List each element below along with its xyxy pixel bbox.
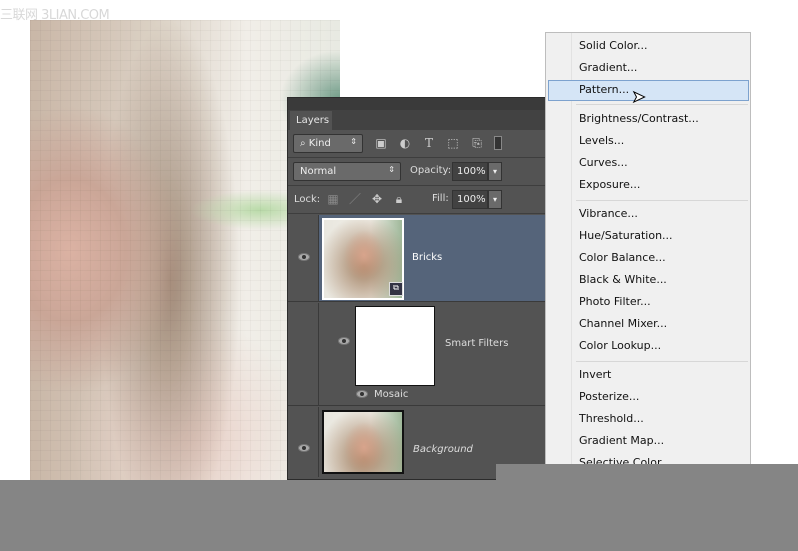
menu-item-solid-color[interactable]: Solid Color...: [579, 35, 648, 57]
menu-item-levels[interactable]: Levels...: [579, 130, 624, 152]
layer-thumbnail: [322, 410, 404, 474]
layer-name: Bricks: [412, 252, 443, 263]
menu-item-curves[interactable]: Curves...: [579, 152, 628, 174]
lock-all-icon[interactable]: 🔒︎: [392, 192, 406, 206]
menu-item-color-lookup[interactable]: Color Lookup...: [579, 335, 661, 357]
filter-toggle-icon[interactable]: [494, 136, 502, 150]
lock-position-move-icon[interactable]: ✥: [370, 192, 384, 206]
menu-item-gradient[interactable]: Gradient...: [579, 57, 637, 79]
menu-item-color-balance[interactable]: Color Balance...: [579, 247, 666, 269]
menu-item-black-white[interactable]: Black & White...: [579, 269, 667, 291]
menu-item-channel-mixer[interactable]: Channel Mixer...: [579, 313, 667, 335]
pixel-layer-filter-icon[interactable]: ▣: [374, 136, 388, 150]
lock-transparent-icon[interactable]: ▦: [326, 192, 340, 206]
visibility-eye-icon[interactable]: [338, 337, 350, 345]
adjustment-layer-menu: Solid Color... Gradient... Pattern... Br…: [545, 32, 751, 472]
opacity-dropdown-button[interactable]: ▾: [488, 162, 502, 181]
filter-kind-select[interactable]: ⌕ Kind ⇕: [293, 134, 363, 153]
menu-item-vibrance[interactable]: Vibrance...: [579, 203, 638, 225]
menu-item-gradient-map[interactable]: Gradient Map...: [579, 430, 664, 452]
layer-name: Smart Filters: [445, 338, 509, 349]
visibility-eye-icon[interactable]: [298, 444, 310, 452]
visibility-eye-icon[interactable]: [356, 390, 368, 398]
opacity-label: Opacity:: [410, 165, 452, 176]
filter-name-mosaic[interactable]: Mosaic: [374, 389, 408, 400]
tab-layers[interactable]: Layers: [290, 111, 332, 130]
layers-panel: Layers ⌕ Kind ⇕ ▣ ◐ T ⬚ ⎘ Normal ⇕ Opacity…: [287, 97, 547, 480]
menu-item-photo-filter[interactable]: Photo Filter...: [579, 291, 651, 313]
mouse-cursor-icon: ➤: [631, 87, 646, 107]
fill-label: Fill:: [432, 193, 449, 204]
visibility-eye-icon[interactable]: [298, 253, 310, 261]
shape-layer-filter-icon[interactable]: ⬚: [446, 136, 460, 150]
filter-mask-thumbnail: [355, 306, 435, 386]
adjustment-layer-filter-icon[interactable]: ◐: [398, 136, 412, 150]
blend-mode-select[interactable]: Normal ⇕: [293, 162, 401, 181]
layer-bricks[interactable]: ⧉ Bricks: [288, 215, 546, 302]
opacity-input[interactable]: 100%: [452, 162, 488, 181]
fill-dropdown-button[interactable]: ▾: [488, 190, 502, 209]
menu-item-posterize[interactable]: Posterize...: [579, 386, 639, 408]
lock-label: Lock:: [294, 194, 321, 205]
menu-item-exposure[interactable]: Exposure...: [579, 174, 640, 196]
smart-object-badge-icon: ⧉: [389, 282, 403, 296]
lock-image-brush-icon[interactable]: ／: [348, 192, 362, 206]
type-layer-filter-icon[interactable]: T: [422, 136, 436, 150]
layer-name: Background: [413, 444, 473, 455]
search-icon: ⌕: [300, 138, 309, 149]
menu-item-brightness-contrast[interactable]: Brightness/Contrast...: [579, 108, 699, 130]
smart-object-filter-icon[interactable]: ⎘: [470, 136, 484, 150]
fill-input[interactable]: 100%: [452, 190, 488, 209]
menu-item-pattern[interactable]: Pattern...: [579, 79, 629, 101]
layer-smart-filters[interactable]: Smart Filters Mosaic: [288, 303, 546, 406]
menu-item-invert[interactable]: Invert: [579, 364, 611, 386]
menu-item-threshold[interactable]: Threshold...: [579, 408, 644, 430]
menu-item-hue-saturation[interactable]: Hue/Saturation...: [579, 225, 673, 247]
